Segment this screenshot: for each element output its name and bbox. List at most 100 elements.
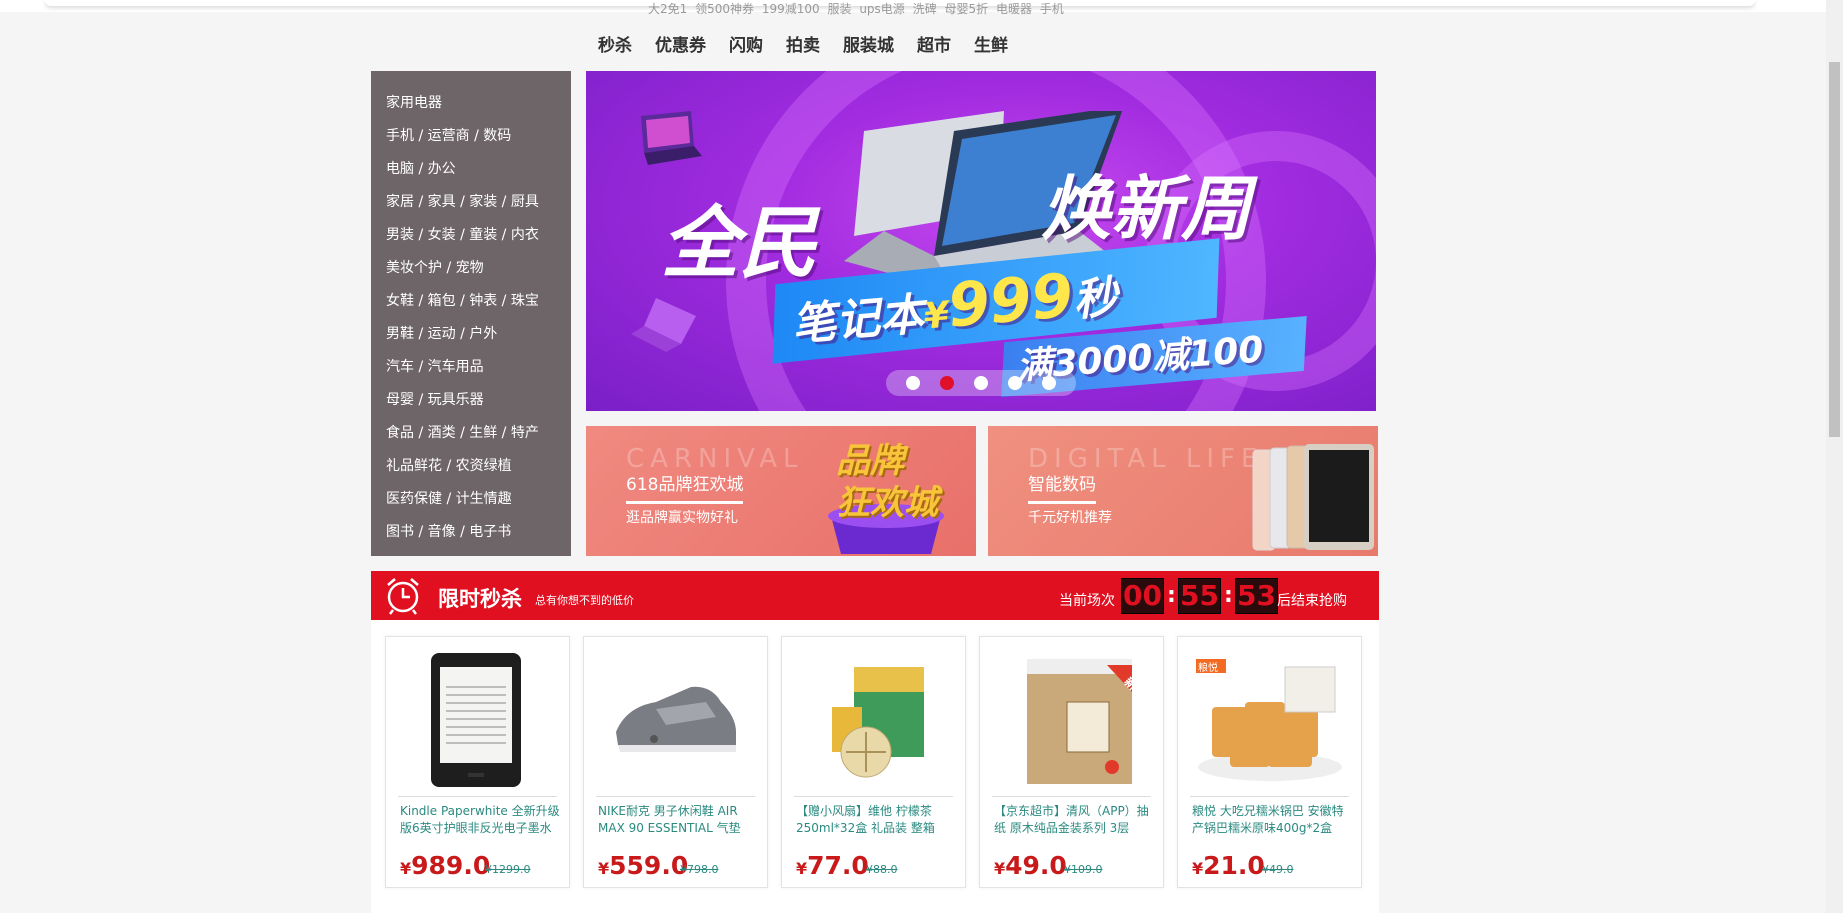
banner-dot-active[interactable] <box>940 376 954 390</box>
nav-miaosha[interactable]: 秒杀 <box>598 34 632 58</box>
category-item[interactable]: 礼品鲜花 / 农资绿植 <box>371 450 571 483</box>
price-value: 559.0 <box>609 851 689 880</box>
hot-words: 大2免1 领500神券 199减100 服装 ups电源 洗碑 母婴5折 电暖器… <box>648 2 1068 16</box>
small-laptop-image <box>631 298 696 352</box>
currency-symbol: ¥ <box>400 859 412 878</box>
banner-line1-price: 999 <box>945 260 1076 342</box>
countdown-hours: 00 <box>1121 578 1164 614</box>
product-price: ¥559.0 <box>598 851 688 880</box>
currency-symbol: ¥ <box>796 859 808 878</box>
kindle-image <box>431 653 521 787</box>
category-item[interactable]: 医药保健 / 计生情趣 <box>371 483 571 516</box>
currency-symbol: ¥ <box>598 859 610 878</box>
tissue-box-image <box>1027 659 1132 784</box>
seckill-header: 限时秒杀 总有你想不到的低价 当前场次 00 : 55 : 53 后结束抢购 <box>371 571 1379 620</box>
price-value: 21.0 <box>1203 851 1265 880</box>
seckill-products: Kindle Paperwhite 全新升级版6英寸护眼非反光电子墨水 ¥989… <box>371 620 1379 913</box>
promo-desc: 逛品牌赢实物好礼 <box>626 510 738 526</box>
product-name[interactable]: 粮悦 大吃兄糯米锅巴 安徽特产锅巴糯米原味400g*2盒 <box>1192 803 1352 839</box>
hot-word[interactable]: 领500神券 <box>695 2 754 16</box>
banner-dot[interactable] <box>906 376 920 390</box>
phones-tablet-image <box>1252 444 1374 551</box>
nav-fresh[interactable]: 生鲜 <box>974 34 1008 58</box>
card-divider <box>596 796 755 797</box>
product-old-price: ¥49.0 <box>1262 863 1294 876</box>
banner-dot[interactable] <box>1042 376 1056 390</box>
seckill-round-label: 当前场次 <box>1059 593 1115 609</box>
product-card[interactable]: 粮悦 粮悦 大吃兄糯米锅巴 安徽特产锅巴糯米原味400g*2盒 ¥21.0 ¥4… <box>1177 636 1362 888</box>
nav-fashion[interactable]: 服装城 <box>843 34 894 58</box>
category-item[interactable]: 电脑 / 办公 <box>371 153 571 186</box>
product-name[interactable]: 【赠小风扇】维他 柠檬茶250ml*32盒 礼品装 整箱 <box>796 803 956 839</box>
card-divider <box>1190 796 1349 797</box>
category-item[interactable]: 男装 / 女装 / 童装 / 内衣 <box>371 219 571 252</box>
product-price: ¥77.0 <box>796 851 869 880</box>
main-banner[interactable]: 全民 焕新周 笔记本¥999秒 满3000减100 <box>586 71 1376 411</box>
banner-line1-a: 笔记本 <box>789 288 926 352</box>
product-card[interactable]: 【赠小风扇】维他 柠檬茶250ml*32盒 礼品装 整箱 ¥77.0 ¥88.0 <box>781 636 966 888</box>
price-value: 989.0 <box>411 851 491 880</box>
category-item[interactable]: 家居 / 家具 / 家装 / 厨具 <box>371 186 571 219</box>
hot-word[interactable]: 洗碑 <box>913 2 937 16</box>
product-old-price: ¥109.0 <box>1064 863 1103 876</box>
product-card[interactable]: NIKE耐克 男子休闲鞋 AIR MAX 90 ESSENTIAL 气垫 ¥55… <box>583 636 768 888</box>
nav-flash[interactable]: 闪购 <box>729 34 763 58</box>
product-old-price: ¥1299.0 <box>485 863 531 876</box>
hot-word[interactable]: 手机 <box>1040 2 1064 16</box>
hot-word[interactable]: 大2免1 <box>648 2 687 16</box>
hot-word[interactable]: 服装 <box>827 2 851 16</box>
price-value: 77.0 <box>807 851 869 880</box>
banner-title-right: 焕新周 <box>1041 168 1251 250</box>
banner-title-left: 全民 <box>661 199 818 289</box>
currency-symbol: ¥ <box>1192 859 1204 878</box>
product-name[interactable]: 【京东超市】清风（APP）抽纸 原木纯品金装系列 3层 <box>994 803 1154 839</box>
banner-dots <box>886 370 1076 396</box>
nav-auction[interactable]: 拍卖 <box>786 34 820 58</box>
banner-dot[interactable] <box>974 376 988 390</box>
hot-word[interactable]: 199减100 <box>762 2 820 16</box>
product-card[interactable]: Kindle Paperwhite 全新升级版6英寸护眼非反光电子墨水 ¥989… <box>385 636 570 888</box>
small-laptop-image <box>641 111 702 165</box>
promo-title: 智能数码 <box>1028 470 1096 504</box>
card-divider <box>398 796 557 797</box>
category-item[interactable]: 家用电器 <box>371 87 571 120</box>
promo-card-carnival[interactable]: CARNIVAL 618品牌狂欢城 逛品牌赢实物好礼 品牌 狂欢城 <box>586 426 976 556</box>
countdown-separator: : <box>1224 583 1233 608</box>
category-item[interactable]: 男鞋 / 运动 / 户外 <box>371 318 571 351</box>
product-card[interactable]: 新 【京东超市】清风（APP）抽纸 原木纯品金装系列 3层 ¥49.0 ¥109… <box>979 636 1164 888</box>
category-item[interactable]: 女鞋 / 箱包 / 钟表 / 珠宝 <box>371 285 571 318</box>
sneaker-image <box>616 686 736 752</box>
hot-word[interactable]: 电暖器 <box>996 2 1032 16</box>
category-item[interactable]: 母婴 / 玩具乐器 <box>371 384 571 417</box>
product-price: ¥989.0 <box>400 851 490 880</box>
product-name[interactable]: NIKE耐克 男子休闲鞋 AIR MAX 90 ESSENTIAL 气垫 <box>598 803 758 839</box>
promo-title: 618品牌狂欢城 <box>626 470 744 504</box>
card-divider <box>794 796 953 797</box>
product-old-price: ¥88.0 <box>866 863 898 876</box>
hot-word[interactable]: 母婴5折 <box>944 2 988 16</box>
category-item[interactable]: 食品 / 酒类 / 生鲜 / 特产 <box>371 417 571 450</box>
product-old-price: ¥798.0 <box>680 863 719 876</box>
category-item[interactable]: 图书 / 音像 / 电子书 <box>371 516 571 549</box>
category-item[interactable]: 汽车 / 汽车用品 <box>371 351 571 384</box>
carnival-logo-text: 品牌 狂欢城 <box>836 441 938 523</box>
alarm-clock-icon <box>387 578 419 615</box>
nav-coupon[interactable]: 优惠券 <box>655 34 706 58</box>
countdown-minutes: 55 <box>1178 578 1221 614</box>
promo-card-digital[interactable]: DIGITAL LIFE 智能数码 千元好机推荐 <box>988 426 1378 556</box>
banner-dot[interactable] <box>1008 376 1022 390</box>
hot-word[interactable]: ups电源 <box>859 2 904 16</box>
main-nav: 秒杀 优惠券 闪购 拍卖 服装城 超市 生鲜 <box>598 34 1031 58</box>
promo-desc: 千元好机推荐 <box>1028 510 1112 526</box>
scrollbar-thumb[interactable] <box>1829 62 1840 437</box>
banner-line1-d: 秒 <box>1071 271 1120 327</box>
seckill-after-label: 后结束抢购 <box>1277 593 1347 609</box>
currency-symbol: ¥ <box>994 859 1006 878</box>
brand-badge: 粮悦 <box>1198 663 1218 674</box>
product-name[interactable]: Kindle Paperwhite 全新升级版6英寸护眼非反光电子墨水 <box>400 803 560 839</box>
category-item[interactable]: 手机 / 运营商 / 数码 <box>371 120 571 153</box>
banner-line1-yen: ¥ <box>922 294 951 338</box>
category-item[interactable]: 美妆个护 / 宠物 <box>371 252 571 285</box>
nav-supermarket[interactable]: 超市 <box>917 34 951 58</box>
seckill-subtitle: 总有你想不到的低价 <box>535 594 634 607</box>
